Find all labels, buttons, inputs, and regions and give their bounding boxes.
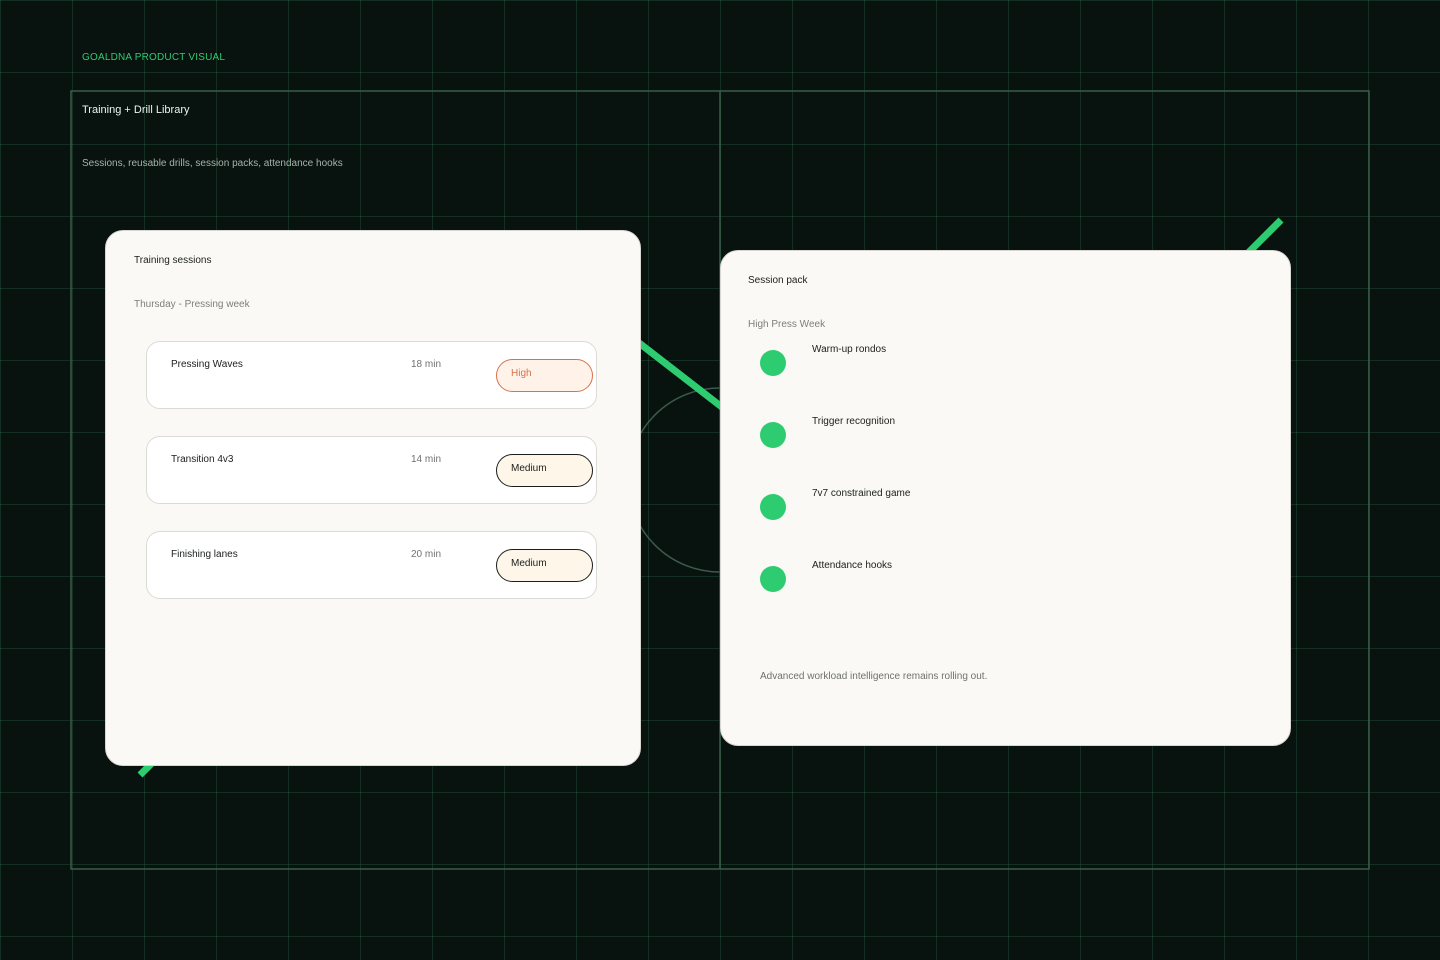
status-dot (760, 566, 786, 592)
pack-item-7v7-constrained-game[interactable]: 7v7 constrained game (760, 488, 1240, 534)
session-name: Thursday - Pressing week (134, 299, 250, 310)
drill-duration: 14 min (411, 454, 442, 465)
status-dot (760, 422, 786, 448)
page-subtitle: Sessions, reusable drills, session packs… (82, 158, 343, 169)
training-sessions-card: Training sessions Thursday - Pressing we… (105, 230, 641, 766)
drill-name: Finishing lanes (171, 549, 238, 560)
intensity-badge-medium[interactable]: Medium (496, 549, 593, 582)
rollout-note: Advanced workload intelligence remains r… (760, 671, 988, 682)
intensity-badge-high[interactable]: High (496, 359, 593, 392)
status-dot (760, 350, 786, 376)
pack-item-attendance-hooks[interactable]: Attendance hooks (760, 560, 1240, 606)
page-title: Training + Drill Library (82, 104, 190, 116)
product-visual-eyebrow: GOALDNA PRODUCT VISUAL (82, 52, 226, 63)
session-pack-title: Session pack (748, 275, 808, 286)
pack-item-label: Warm-up rondos (812, 344, 887, 355)
pack-item-trigger-recognition[interactable]: Trigger recognition (760, 416, 1240, 462)
drill-duration: 18 min (411, 359, 442, 370)
session-pack-card: Session pack High Press Week Warm-up ron… (720, 250, 1291, 746)
drill-row-pressing-waves[interactable]: Pressing Waves 18 min High (146, 341, 597, 409)
intensity-badge-medium[interactable]: Medium (496, 454, 593, 487)
drill-name: Transition 4v3 (171, 454, 234, 465)
status-dot (760, 494, 786, 520)
training-sessions-title: Training sessions (134, 255, 212, 266)
session-pack-name: High Press Week (748, 319, 826, 330)
drill-duration: 20 min (411, 549, 442, 560)
pack-item-warm-up-rondos[interactable]: Warm-up rondos (760, 344, 1240, 390)
drill-row-finishing-lanes[interactable]: Finishing lanes 20 min Medium (146, 531, 597, 599)
pack-item-label: Trigger recognition (812, 416, 896, 427)
drill-name: Pressing Waves (171, 359, 243, 370)
pack-item-label: 7v7 constrained game (812, 488, 911, 499)
drill-row-transition-4v3[interactable]: Transition 4v3 14 min Medium (146, 436, 597, 504)
pack-item-label: Attendance hooks (812, 560, 893, 571)
